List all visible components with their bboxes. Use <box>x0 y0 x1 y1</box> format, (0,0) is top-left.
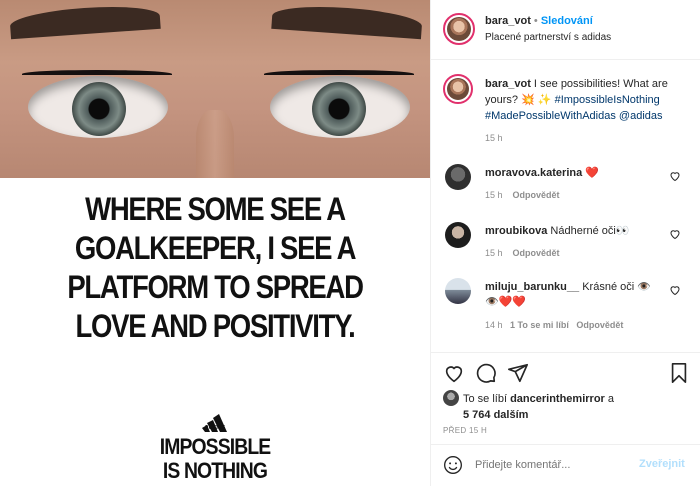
reply-button[interactable]: Odpovědět <box>576 320 623 330</box>
side-panel: bara_vot • Sledování Placené partnerství… <box>430 0 700 486</box>
comment-icon[interactable] <box>475 362 497 384</box>
headline-line: PLATFORM TO SPREAD <box>67 269 364 305</box>
headline-line: LOVE AND POSITIVITY. <box>75 308 355 344</box>
brand-word: adidas <box>204 424 226 431</box>
liker-avatar[interactable] <box>443 390 459 406</box>
heart-icon[interactable] <box>669 170 681 182</box>
comment-time: 14 h <box>485 320 503 330</box>
comment-avatar[interactable] <box>445 222 471 248</box>
emoji-icon[interactable] <box>443 455 463 475</box>
comment-input[interactable] <box>475 456 635 474</box>
comment-time: 15 h <box>485 248 503 258</box>
headline-line: GOALKEEPER, I SEE A <box>74 230 357 266</box>
comment-text: ❤️ <box>585 167 599 179</box>
caption-time: 15 h <box>485 133 503 143</box>
separator: • <box>533 15 538 27</box>
comment-avatar[interactable] <box>445 278 471 304</box>
heart-icon[interactable] <box>669 284 681 296</box>
caption: bara_vot I see possibilities! What are y… <box>485 76 691 124</box>
eyes-photo <box>0 0 430 178</box>
caption-username[interactable]: bara_vot <box>485 78 531 90</box>
divider <box>431 444 700 445</box>
comment-username[interactable]: moravova.katerina <box>485 167 582 179</box>
liker-username[interactable]: dancerinthemirror <box>510 393 605 405</box>
comment-username[interactable]: miluju_barunku__ <box>485 281 579 293</box>
mention-link[interactable]: @adidas <box>619 110 663 122</box>
likes-count[interactable]: 5 764 dalším <box>463 409 528 421</box>
comment-time: 15 h <box>485 190 503 200</box>
slogan-line: IS NOTHING <box>162 458 268 483</box>
post-media[interactable]: WHERE SOME SEE A GOALKEEPER, I SEE A PLA… <box>0 0 430 486</box>
share-icon[interactable] <box>507 362 529 384</box>
comment: miluju_barunku__ Krásné oči 👁️ 👁️❤️❤️ <box>485 280 665 310</box>
hashtag-link[interactable]: #MadePossibleWithAdidas <box>485 110 616 122</box>
comment-text: Krásné oči 👁️ <box>582 281 651 293</box>
heart-icon[interactable] <box>669 228 681 240</box>
reply-button[interactable]: Odpovědět <box>513 190 560 200</box>
comment-avatar[interactable] <box>445 164 471 190</box>
heart-icon[interactable] <box>443 362 465 384</box>
ad-slogan: IMPOSSIBLE IS NOTHING <box>26 435 404 483</box>
reply-button[interactable]: Odpovědět <box>513 248 560 258</box>
comment-username[interactable]: mroubikova <box>485 225 547 237</box>
post-date: PŘED 15 H <box>443 426 488 435</box>
comment-text-continued: 👁️❤️❤️ <box>485 296 527 308</box>
comment-text: Nádherné oči👀 <box>550 225 630 237</box>
bookmark-icon[interactable] <box>669 362 689 384</box>
divider <box>431 352 700 353</box>
headline-line: WHERE SOME SEE A <box>85 191 346 227</box>
ad-headline: WHERE SOME SEE A GOALKEEPER, I SEE A PLA… <box>30 190 400 346</box>
post-header: bara_vot • Sledování Placené partnerství… <box>431 0 700 60</box>
caption-avatar[interactable] <box>443 74 473 104</box>
paid-partnership-label[interactable]: Placené partnerství s adidas <box>485 32 611 43</box>
likes-summary: To se líbí dancerinthemirror a 5 764 dal… <box>463 391 614 423</box>
post-comment-button[interactable]: Zveřejnit <box>639 458 685 470</box>
follow-button[interactable]: Sledování <box>541 15 593 27</box>
likes-suffix: a <box>604 393 615 405</box>
likes-prefix: To se líbí <box>463 393 511 405</box>
comment: moravova.katerina ❤️ <box>485 166 599 179</box>
avatar[interactable] <box>443 13 475 45</box>
slogan-line: IMPOSSIBLE <box>159 434 271 459</box>
comment-likes[interactable]: 1 To se mi líbí <box>510 320 569 330</box>
comment: mroubikova Nádherné oči👀 <box>485 224 630 237</box>
hashtag-link[interactable]: #ImpossibleIsNothing <box>555 94 660 106</box>
header-username[interactable]: bara_vot <box>485 15 531 27</box>
